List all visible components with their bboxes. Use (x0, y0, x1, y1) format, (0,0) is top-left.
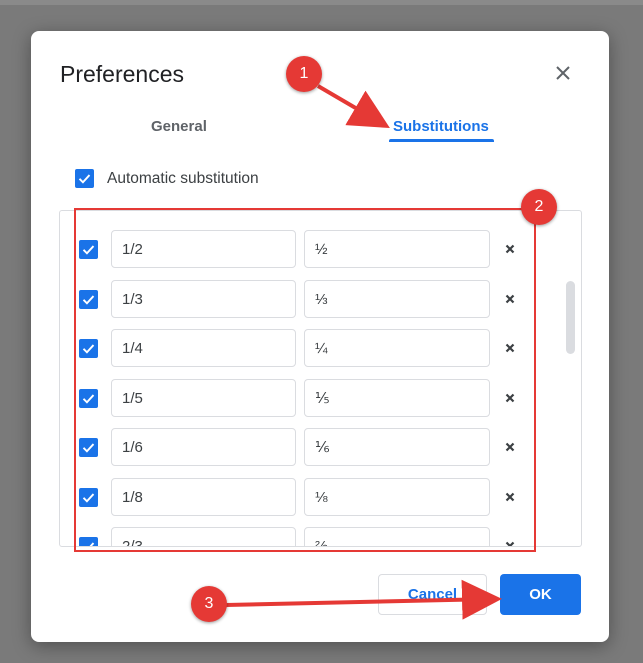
annotation-arrows (225, 84, 502, 620)
annotation-badge-2: 2 (521, 189, 557, 225)
annotation-badge-3: 3 (191, 586, 227, 622)
annotation-arrow-1 (316, 84, 390, 129)
annotation-badge-1: 1 (286, 56, 322, 92)
annotation-arrow-3 (225, 579, 502, 620)
